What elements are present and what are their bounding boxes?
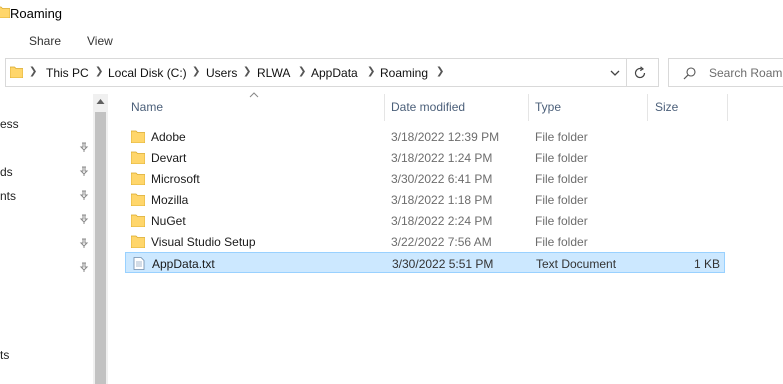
nav-scrollbar[interactable] [93, 94, 108, 384]
column-divider[interactable] [727, 94, 728, 121]
file-date: 3/30/2022 6:41 PM [391, 172, 493, 186]
column-header-date[interactable]: Date modified [391, 100, 465, 114]
file-date: 3/18/2022 1:18 PM [391, 193, 493, 207]
scroll-up-icon[interactable] [96, 98, 105, 105]
window-title: Roaming [10, 6, 63, 21]
pin-icon[interactable] [78, 141, 90, 153]
file-type: File folder [535, 172, 588, 186]
search-placeholder: Search Roaming [709, 66, 783, 80]
file-type: File folder [535, 151, 588, 165]
chevron-right-icon[interactable]: ❯ [298, 66, 306, 77]
scrollbar-thumb[interactable] [95, 112, 106, 384]
nav-item-label[interactable]: ess [0, 117, 19, 131]
file-row[interactable]: Mozilla 3/18/2022 1:18 PM File folder [125, 189, 725, 210]
file-date: 3/22/2022 7:56 AM [391, 235, 492, 249]
folder-icon [131, 193, 145, 206]
folder-icon [131, 130, 145, 143]
pin-icon[interactable] [78, 165, 90, 177]
file-row[interactable]: Visual Studio Setup 3/22/2022 7:56 AM Fi… [125, 231, 725, 252]
column-divider[interactable] [647, 94, 648, 121]
chevron-right-icon[interactable]: ❯ [436, 66, 444, 77]
column-divider[interactable] [384, 94, 385, 121]
column-header-name[interactable]: Name [131, 100, 163, 114]
file-name: Devart [151, 151, 187, 165]
breadcrumb-local-disk[interactable]: Local Disk (C:) [108, 66, 187, 80]
ribbon: Share View [0, 28, 783, 55]
address-bar[interactable]: ❯ This PC ❯ Local Disk (C:) ❯ Users ❯ RL… [5, 58, 659, 87]
breadcrumb-users[interactable]: Users [206, 66, 237, 80]
tab-share[interactable]: Share [29, 34, 61, 48]
refresh-icon[interactable] [632, 65, 648, 81]
column-header-type[interactable]: Type [535, 100, 561, 114]
file-row[interactable]: NuGet 3/18/2022 2:24 PM File folder [125, 210, 725, 231]
column-divider[interactable] [528, 94, 529, 121]
file-name: NuGet [151, 214, 186, 228]
chevron-right-icon[interactable]: ❯ [243, 66, 251, 77]
file-name: AppData.txt [152, 257, 215, 271]
divider [626, 59, 627, 86]
search-input[interactable]: Search Roaming [668, 58, 783, 87]
folder-icon [10, 66, 23, 78]
breadcrumb-appdata[interactable]: AppData [311, 66, 358, 80]
folder-icon [131, 235, 145, 248]
folder-icon [131, 151, 145, 164]
file-date: 3/18/2022 12:39 PM [391, 130, 500, 144]
file-name: Microsoft [151, 172, 200, 186]
file-date: 3/18/2022 1:24 PM [391, 151, 493, 165]
title-bar: Roaming [0, 0, 783, 28]
chevron-right-icon[interactable]: ❯ [192, 66, 200, 77]
file-size: 1 KB [693, 257, 720, 271]
file-row[interactable]: Microsoft 3/30/2022 6:41 PM File folder [125, 168, 725, 189]
file-type: File folder [535, 214, 588, 228]
file-name: Adobe [151, 130, 186, 144]
file-date: 3/18/2022 2:24 PM [391, 214, 493, 228]
chevron-down-icon[interactable] [609, 67, 621, 79]
nav-item-label[interactable]: nts [0, 189, 16, 203]
chevron-right-icon[interactable]: ❯ [367, 66, 375, 77]
breadcrumb-roaming[interactable]: Roaming [380, 66, 428, 80]
chevron-right-icon[interactable]: ❯ [95, 66, 103, 77]
nav-item-label[interactable]: ds [0, 165, 13, 179]
file-type: File folder [535, 235, 588, 249]
file-name: Mozilla [151, 193, 189, 207]
file-row[interactable]: Adobe 3/18/2022 12:39 PM File folder [125, 126, 725, 147]
tab-view[interactable]: View [87, 34, 113, 48]
file-row[interactable]: Devart 3/18/2022 1:24 PM File folder [125, 147, 725, 168]
nav-item-label[interactable]: ts [0, 348, 9, 362]
column-header-size[interactable]: Size [655, 100, 678, 114]
search-icon [683, 67, 696, 80]
pin-icon[interactable] [78, 261, 90, 273]
breadcrumb-rlwa[interactable]: RLWA [257, 66, 290, 80]
text-file-icon [133, 257, 145, 270]
file-date: 3/30/2022 5:51 PM [392, 257, 494, 271]
file-name: Visual Studio Setup [151, 235, 256, 249]
folder-icon [131, 172, 145, 185]
breadcrumb-this-pc[interactable]: This PC [46, 66, 89, 80]
folder-icon [0, 6, 10, 18]
file-type: Text Document [536, 257, 617, 271]
pin-icon[interactable] [78, 213, 90, 225]
folder-icon [131, 214, 145, 227]
chevron-right-icon[interactable]: ❯ [29, 66, 37, 77]
file-type: File folder [535, 130, 588, 144]
pin-icon[interactable] [78, 237, 90, 249]
pin-icon[interactable] [78, 189, 90, 201]
file-row[interactable]: AppData.txt 3/30/2022 5:51 PM Text Docum… [125, 252, 725, 273]
navigation-pane [0, 90, 108, 384]
sort-ascending-icon [249, 92, 259, 98]
file-type: File folder [535, 193, 588, 207]
